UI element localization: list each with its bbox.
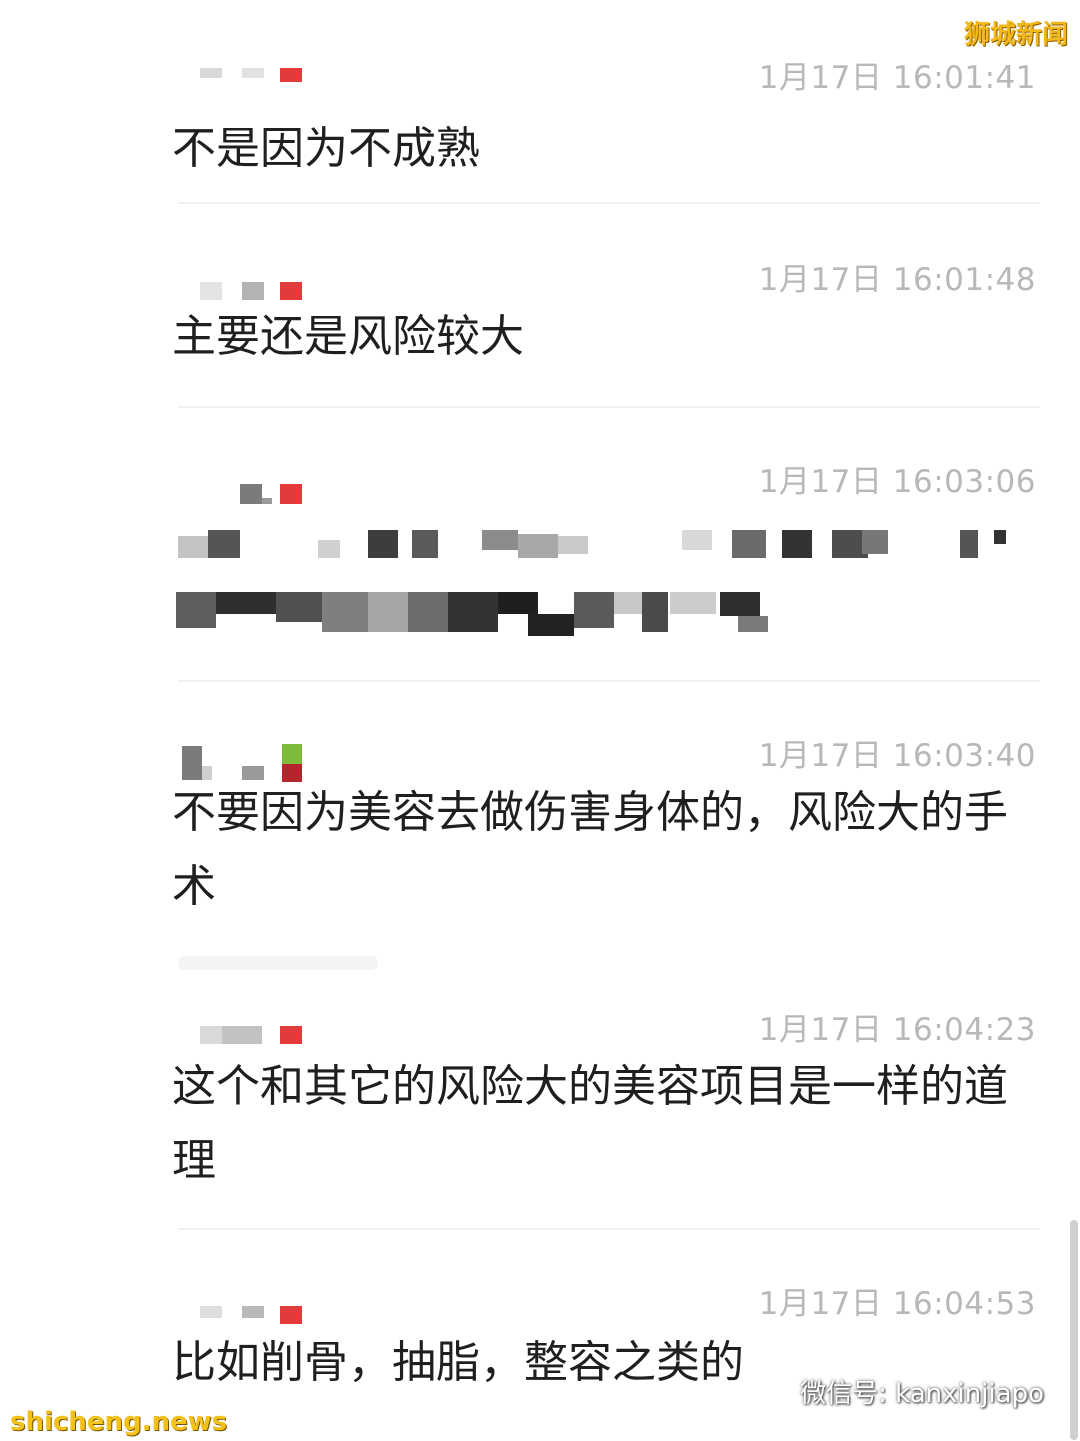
comment-timestamp: 1月17日 16:03:06 xyxy=(758,464,1036,500)
pixelated-username xyxy=(200,466,310,504)
pixelated-username xyxy=(200,1288,310,1324)
pixelated-username xyxy=(200,1014,310,1044)
wechat-watermark: 微信号: kanxinjiapo xyxy=(752,1373,1044,1410)
comment-timestamp: 1月17日 16:01:48 xyxy=(758,262,1036,298)
comment-text: 主要还是风险较大 xyxy=(172,311,524,362)
scrollbar[interactable] xyxy=(1070,1220,1078,1440)
comment-timestamp: 1月17日 16:01:41 xyxy=(758,60,1036,96)
comment-timestamp: 1月17日 16:03:40 xyxy=(758,738,1036,774)
shicheng-logo: 狮城新闻 xyxy=(963,20,1068,50)
comment-timestamp: 1月17日 16:04:23 xyxy=(758,1012,1036,1048)
site-watermark: shicheng.news xyxy=(10,1407,228,1437)
divider xyxy=(178,202,1040,204)
divider xyxy=(178,1228,1040,1230)
comment-text: 这个和其它的风险大的美容项目是一样的道理 xyxy=(172,1061,1008,1186)
comment-text: 不是因为不成熟 xyxy=(172,123,480,174)
pixelated-comment-text xyxy=(172,526,1022,656)
wechat-id-text: 微信号: kanxinjiapo xyxy=(800,1379,1044,1409)
divider xyxy=(178,680,1040,682)
divider xyxy=(178,956,378,970)
pixelated-username xyxy=(200,264,310,300)
wechat-icon xyxy=(752,1378,791,1404)
pixelated-username xyxy=(182,740,310,782)
divider xyxy=(178,406,1040,408)
comment-text: 不要因为美容去做伤害身体的，风险大的手术 xyxy=(172,787,1008,912)
pixelated-username xyxy=(200,62,310,82)
comment-timestamp: 1月17日 16:04:53 xyxy=(758,1286,1036,1322)
